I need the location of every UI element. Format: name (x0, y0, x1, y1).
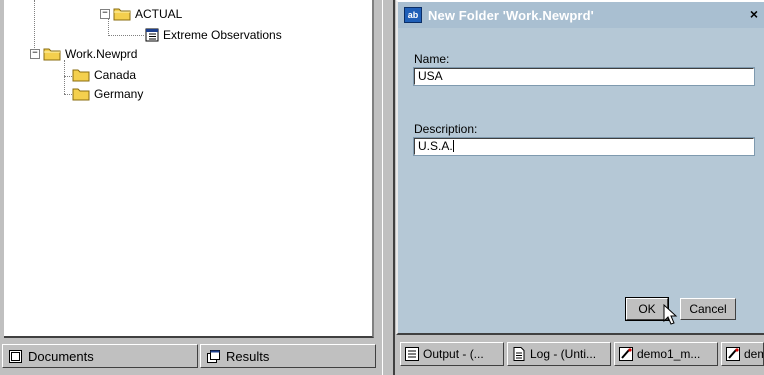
program-icon (619, 347, 633, 361)
ok-button[interactable]: OK (625, 297, 669, 321)
dialog-titlebar[interactable]: ab New Folder 'Work.Newprd' × (398, 2, 764, 28)
cancel-label: Cancel (689, 302, 727, 316)
taskbar-label: demo1_m... (637, 347, 701, 361)
tree-node-label: Work.Newprd (65, 47, 138, 61)
log-icon (513, 347, 525, 361)
tree-node-canada[interactable]: Canada (72, 67, 136, 83)
name-field[interactable]: USA (413, 67, 755, 86)
tree-node-extreme-observations[interactable]: Extreme Observations (145, 27, 282, 43)
results-pane: − ACTUAL Extreme Observations − Work.New… (0, 0, 382, 340)
taskbar-item-output[interactable]: Output - (... (400, 342, 504, 366)
taskbar-item-log[interactable]: Log - (Unti... (507, 342, 611, 366)
description-field[interactable]: U.S.A. (413, 137, 755, 156)
new-folder-dialog: ab New Folder 'Work.Newprd' × Name: USA … (396, 0, 764, 335)
folder-icon (72, 88, 90, 101)
results-tree[interactable]: − ACTUAL Extreme Observations − Work.New… (4, 0, 374, 338)
mouse-pointer-icon (663, 304, 678, 325)
open-folder-icon (43, 48, 61, 61)
description-label: Description: (414, 122, 478, 136)
tree-connector (108, 35, 144, 36)
tab-documents[interactable]: Documents (2, 344, 198, 368)
program-icon (726, 347, 740, 361)
tree-node-label: Germany (94, 87, 144, 101)
tab-label: Documents (28, 348, 94, 364)
results-icon (207, 349, 220, 363)
app-icon: ab (404, 7, 422, 23)
pane-splitter[interactable] (382, 0, 395, 375)
tree-node-actual[interactable]: − ACTUAL (100, 6, 182, 22)
tab-results[interactable]: Results (200, 344, 376, 368)
name-label: Name: (414, 52, 450, 66)
table-icon (145, 28, 159, 42)
output-icon (405, 347, 419, 361)
tree-node-work-newprd[interactable]: − Work.Newprd (30, 46, 137, 62)
folder-icon (72, 69, 90, 82)
dialog-title: New Folder 'Work.Newprd' (428, 7, 594, 23)
description-value: U.S.A. (418, 139, 453, 153)
collapse-icon[interactable]: − (100, 9, 110, 19)
tree-connector (64, 94, 72, 95)
ok-label: OK (638, 302, 656, 316)
window-taskbar: Output - (... Log - (Unti... demo1_m... … (396, 336, 764, 375)
taskbar-label: Log - (Unti... (530, 347, 597, 361)
taskbar-label: dem (744, 347, 763, 361)
tree-connector (64, 60, 65, 94)
cancel-button[interactable]: Cancel (680, 298, 736, 320)
tree-connector (64, 76, 72, 77)
tree-node-label: Extreme Observations (163, 28, 282, 42)
tab-label: Results (226, 348, 270, 364)
tree-node-germany[interactable]: Germany (72, 86, 143, 102)
documents-icon (9, 349, 22, 363)
tree-node-label: ACTUAL (135, 7, 183, 21)
tree-node-label: Canada (94, 68, 137, 82)
name-value: USA (418, 69, 443, 83)
open-folder-icon (113, 8, 131, 21)
taskbar-item-demo1[interactable]: demo1_m... (614, 342, 718, 366)
close-button[interactable]: × (746, 7, 762, 23)
pane-tabs: Documents Results (0, 340, 382, 375)
taskbar-label: Output - (... (423, 347, 484, 361)
collapse-icon[interactable]: − (30, 49, 40, 59)
taskbar-item-demo2[interactable]: dem (721, 342, 764, 366)
text-caret (452, 140, 454, 152)
